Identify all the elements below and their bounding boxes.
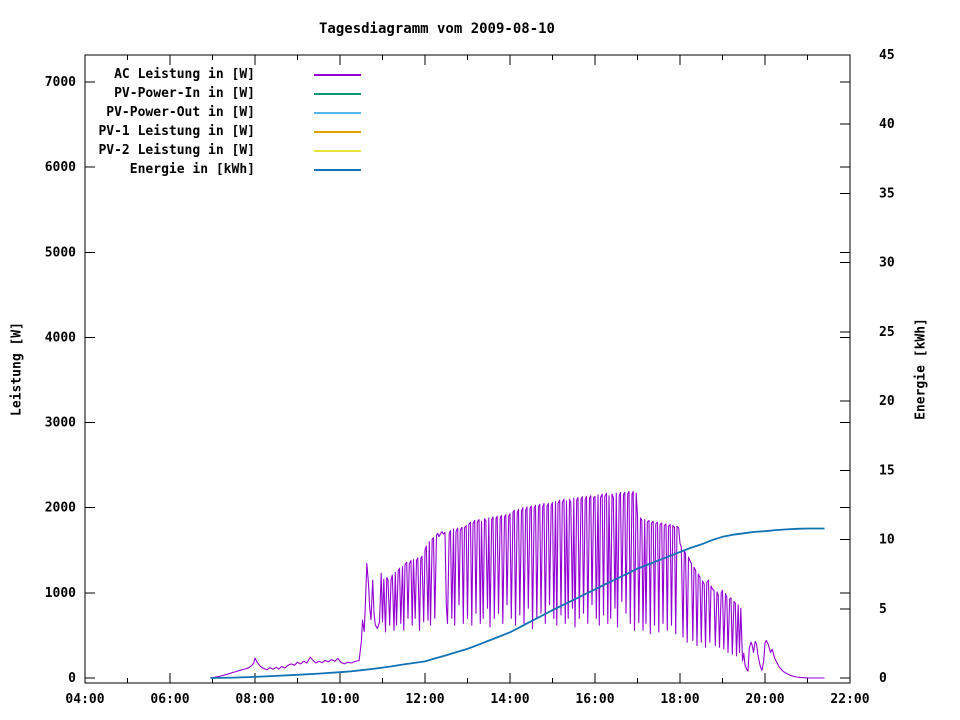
- legend-item-energie: Energie in [kWh]: [85, 160, 361, 179]
- y-axis-left-label: Leistung [W]: [9, 322, 25, 416]
- legend: AC Leistung in [W] PV-Power-In in [W] PV…: [85, 65, 361, 179]
- y-right-tick-label: 10: [879, 533, 895, 548]
- legend-item-pv-power-out: PV-Power-Out in [W]: [85, 103, 361, 122]
- y-axis-right-label: Energie [kWh]: [913, 318, 929, 420]
- y-right-tick-label: 5: [879, 602, 887, 617]
- x-tick-label: 10:00: [320, 692, 359, 707]
- x-tick-label: 16:00: [575, 692, 614, 707]
- chart-canvas: Tagesdiagramm vom 2009-08-10 04:00 06:00 0…: [0, 0, 960, 720]
- legend-label: Energie in [kWh]: [129, 162, 255, 177]
- x-tick-label: 20:00: [745, 692, 784, 707]
- y-right-tick-label: 45: [879, 48, 895, 63]
- y-left-tick-label: 0: [68, 671, 76, 686]
- x-tick-label: 14:00: [490, 692, 529, 707]
- y-left-tick-label: 4000: [45, 330, 76, 345]
- y-left-tick-label: 1000: [45, 586, 76, 601]
- y-left-tick-label: 5000: [45, 245, 76, 260]
- legend-label: PV-1 Leistung in [W]: [98, 124, 255, 139]
- y-right-tick-label: 0: [879, 671, 887, 686]
- y-right-tick-label: 25: [879, 325, 895, 340]
- legend-line-swatch: [314, 73, 361, 76]
- legend-line-swatch: [314, 149, 361, 152]
- legend-item-ac-leistung: AC Leistung in [W]: [85, 65, 361, 84]
- legend-item-pv2-leistung: PV-2 Leistung in [W]: [85, 141, 361, 160]
- legend-item-pv1-leistung: PV-1 Leistung in [W]: [85, 122, 361, 141]
- legend-line-swatch: [314, 111, 361, 114]
- legend-item-pv-power-in: PV-Power-In in [W]: [85, 84, 361, 103]
- y-left-tick-label: 7000: [45, 75, 76, 90]
- y-right-tick-label: 40: [879, 117, 895, 132]
- x-tick-label: 22:00: [830, 692, 869, 707]
- x-tick-label: 12:00: [405, 692, 444, 707]
- x-tick-label: 18:00: [660, 692, 699, 707]
- legend-label: PV-Power-In in [W]: [114, 86, 255, 101]
- legend-line-swatch: [314, 168, 361, 171]
- y-right-tick-label: 35: [879, 186, 895, 201]
- y-left-tick-label: 6000: [45, 160, 76, 175]
- series-line-ac-leistung: [210, 490, 825, 679]
- y-right-tick-label: 20: [879, 394, 895, 409]
- x-tick-label: 06:00: [150, 692, 189, 707]
- legend-label: PV-Power-Out in [W]: [106, 105, 255, 120]
- legend-label: PV-2 Leistung in [W]: [98, 143, 255, 158]
- legend-line-swatch: [314, 130, 361, 133]
- y-left-tick-label: 2000: [45, 501, 76, 516]
- y-right-tick-label: 15: [879, 463, 895, 478]
- legend-line-swatch: [314, 92, 361, 95]
- y-left-tick-label: 3000: [45, 416, 76, 431]
- legend-label: AC Leistung in [W]: [114, 67, 255, 82]
- series-line-energie: [210, 527, 825, 679]
- y-right-tick-label: 30: [879, 256, 895, 271]
- x-tick-label: 04:00: [65, 692, 104, 707]
- x-tick-label: 08:00: [235, 692, 274, 707]
